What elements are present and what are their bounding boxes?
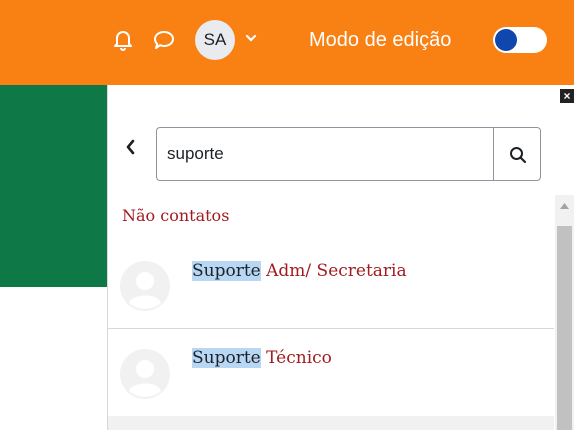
search-highlight: Suporte <box>192 261 261 281</box>
chevron-down-icon[interactable] <box>245 33 257 43</box>
contact-item[interactable]: Suporte Adm/ Secretaria <box>108 237 554 329</box>
contact-item[interactable]: Suporte Técnico <box>108 329 554 416</box>
chat-icon[interactable] <box>153 29 175 51</box>
user-avatar-icon <box>120 349 170 399</box>
list-footer <box>108 416 554 430</box>
edit-mode-label: Modo de edição <box>309 29 452 51</box>
scrollbar-thumb[interactable] <box>557 226 572 430</box>
top-navbar: SA Modo de edição <box>0 0 574 85</box>
user-avatar[interactable]: SA <box>195 20 235 60</box>
toggle-knob <box>495 29 517 51</box>
search-highlight: Suporte <box>192 348 261 368</box>
contact-name[interactable]: Suporte Adm/ Secretaria <box>192 261 407 281</box>
contact-name-rest: Adm/ Secretaria <box>260 261 407 281</box>
close-icon[interactable]: × <box>560 89 574 103</box>
back-icon[interactable] <box>125 139 135 155</box>
bell-icon[interactable] <box>113 29 133 51</box>
search-input[interactable] <box>156 127 494 181</box>
edit-mode-toggle[interactable] <box>493 27 547 53</box>
scroll-up-icon[interactable] <box>560 203 569 209</box>
search-button[interactable] <box>493 127 541 181</box>
contact-name-rest: Técnico <box>260 348 332 368</box>
contact-name[interactable]: Suporte Técnico <box>192 348 332 368</box>
user-avatar-icon <box>120 261 170 311</box>
section-title: Não contatos <box>122 206 230 225</box>
course-sidebar <box>0 85 108 287</box>
search-icon <box>510 147 527 164</box>
